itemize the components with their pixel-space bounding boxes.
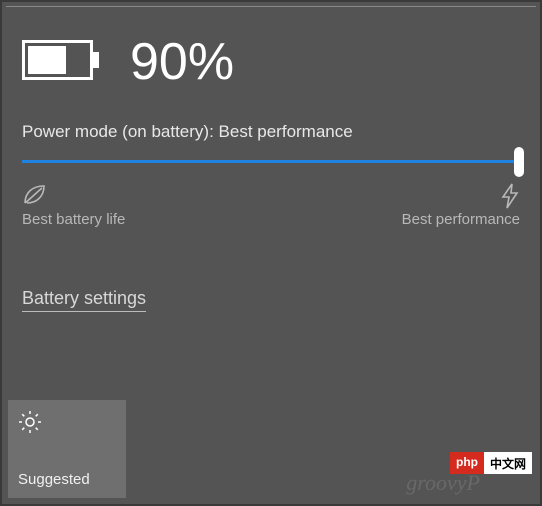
- brightness-tile-label: Suggested: [18, 471, 116, 488]
- slider-thumb[interactable]: [514, 147, 524, 177]
- slider-left-label: Best battery life: [22, 211, 125, 228]
- badge-right: 中文网: [484, 452, 532, 474]
- battery-header: 90%: [2, 2, 540, 112]
- power-mode-slider[interactable]: [2, 142, 540, 163]
- site-badge: php 中文网: [450, 452, 532, 474]
- brightness-icon: [18, 410, 116, 439]
- battery-settings-link[interactable]: Battery settings: [22, 288, 146, 312]
- slider-right-label: Best performance: [402, 211, 520, 228]
- slider-track: [22, 160, 520, 163]
- lightning-icon: [500, 183, 520, 207]
- slider-right-end: Best performance: [402, 183, 520, 228]
- quick-actions: Suggested: [8, 400, 126, 498]
- power-mode-label: Power mode (on battery): Best performanc…: [2, 122, 540, 142]
- leaf-icon: [22, 183, 125, 207]
- battery-percent: 90%: [130, 32, 234, 92]
- slider-left-end: Best battery life: [22, 183, 125, 228]
- badge-left: php: [450, 452, 484, 474]
- brightness-tile[interactable]: Suggested: [8, 400, 126, 498]
- battery-icon: [22, 40, 100, 85]
- slider-labels: Best battery life Best performance: [2, 163, 540, 228]
